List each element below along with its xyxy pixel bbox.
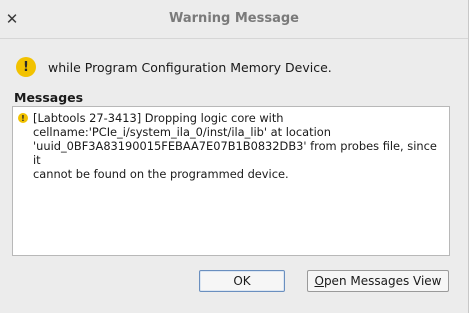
title-bar: ✕ Warning Message [0, 0, 468, 39]
warning-icon: ! [18, 113, 28, 123]
dialog-title: Warning Message [169, 11, 299, 26]
list-item[interactable]: ! [Labtools 27-3413] Dropping logic core… [18, 111, 443, 181]
warning-icon: ! [16, 57, 36, 77]
button-label-rest: pen Messages View [323, 274, 442, 288]
header-text: while Program Configuration Memory Devic… [48, 59, 332, 75]
warning-dialog: ✕ Warning Message ! while Program Config… [0, 0, 469, 313]
message-text: [Labtools 27-3413] Dropping logic core w… [33, 111, 437, 181]
header-row: ! while Program Configuration Memory Dev… [16, 55, 332, 79]
ok-button[interactable]: OK [199, 270, 285, 292]
mnemonic-letter: O [314, 274, 324, 288]
messages-label: Messages [14, 90, 84, 105]
messages-list[interactable]: ! [Labtools 27-3413] Dropping logic core… [12, 106, 450, 256]
open-messages-view-button[interactable]: Open Messages View [307, 270, 449, 292]
